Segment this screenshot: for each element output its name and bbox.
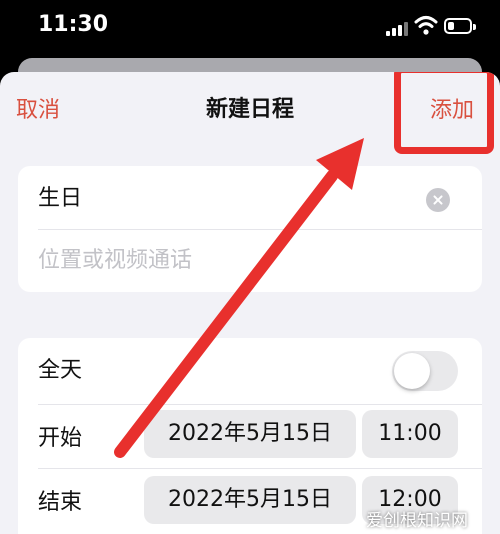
end-label: 结束 — [38, 490, 83, 515]
divider — [38, 404, 482, 405]
divider — [38, 229, 482, 230]
event-details-card: 生日 位置或视频通话 — [18, 166, 482, 292]
start-date-button[interactable]: 2022年5月15日 — [144, 410, 356, 458]
status-time: 11:30 — [38, 12, 109, 37]
new-event-sheet: 取消 新建日程 添加 生日 位置或视频通话 全天 开始 2022年5月15日 1… — [0, 72, 500, 534]
start-time-button[interactable]: 11:00 — [362, 410, 458, 458]
status-bar: 11:30 — [0, 0, 500, 58]
battery-icon — [444, 18, 476, 34]
clear-title-icon[interactable] — [426, 188, 450, 212]
end-date-button[interactable]: 2022年5月15日 — [144, 476, 356, 524]
all-day-toggle[interactable] — [392, 351, 458, 391]
location-input[interactable]: 位置或视频通话 — [38, 242, 192, 274]
schedule-card: 全天 开始 2022年5月15日 11:00 结束 2022年5月15日 12:… — [18, 338, 482, 534]
all-day-label: 全天 — [38, 358, 83, 383]
watermark: 爱创根知识网 — [366, 511, 468, 531]
annotation-highlight-box — [394, 72, 494, 154]
divider — [38, 468, 482, 469]
wifi-icon — [414, 16, 438, 35]
signal-icon — [386, 20, 410, 36]
title-input[interactable]: 生日 — [38, 180, 82, 212]
start-label: 开始 — [38, 426, 83, 451]
